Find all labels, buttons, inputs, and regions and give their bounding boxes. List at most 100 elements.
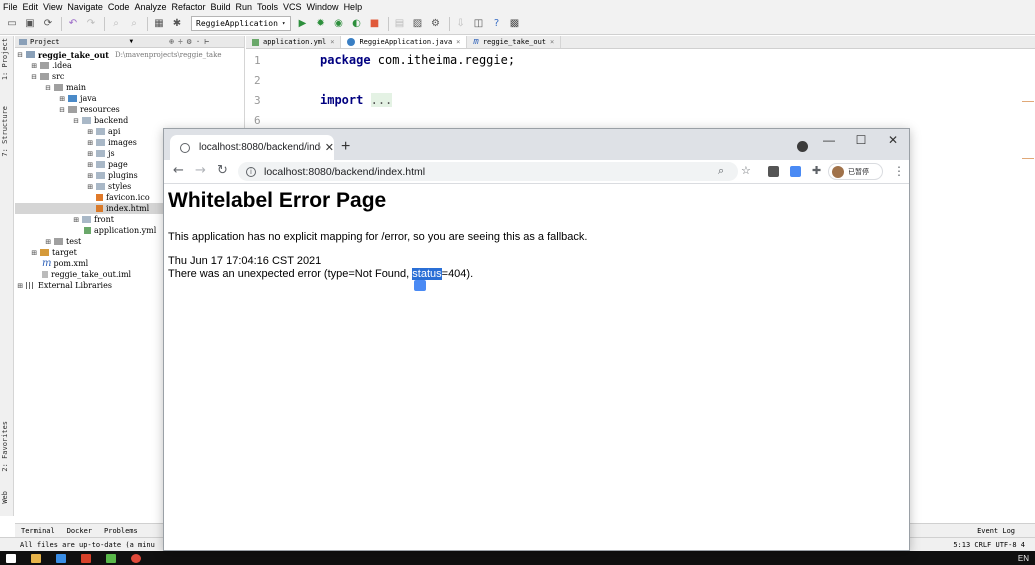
menu-file[interactable]: File [3, 2, 18, 12]
code-line-package[interactable]: package com.itheima.reggie; [320, 53, 515, 67]
close-icon[interactable]: × [330, 38, 334, 46]
tree-item-target[interactable]: ⊞ target [31, 247, 77, 258]
web-tool-tab[interactable]: Web [1, 491, 9, 504]
collapse-icon[interactable]: ⊟ [17, 51, 26, 59]
panel-tools-icon[interactable]: ⊕÷⚙·⊢ [169, 37, 213, 46]
project-structure-icon[interactable]: ▨ [410, 16, 426, 32]
tab-reggie-application[interactable]: ReggieApplication.java × [341, 36, 468, 48]
close-tab-icon[interactable]: ✕ [325, 141, 334, 154]
expand-icon[interactable]: ⊞ [31, 62, 40, 70]
status-position[interactable]: 5:13 CRLF UTF-8 4 [953, 541, 1025, 549]
expand-icon[interactable]: ⊞ [73, 216, 82, 224]
structure-tool-tab[interactable]: 7: Structure [1, 106, 9, 157]
zoom-icon[interactable]: ⌕ [718, 164, 724, 178]
tool-tab-docker[interactable]: Docker [67, 527, 92, 535]
reload-icon[interactable]: ↻ [217, 163, 228, 178]
menu-vcs[interactable]: VCS [283, 2, 302, 12]
windows-start-icon[interactable] [6, 553, 16, 563]
error-stripe-mark[interactable] [1022, 158, 1034, 159]
minimize-button[interactable]: — [813, 129, 845, 151]
tree-item-js[interactable]: ⊞ js [87, 148, 115, 159]
record-icon[interactable] [797, 141, 808, 152]
close-window-button[interactable]: ✕ [877, 129, 909, 151]
tree-item-api[interactable]: ⊞ api [87, 126, 120, 137]
run-configuration-select[interactable]: ReggieApplication ▾ [191, 16, 291, 31]
forward-icon[interactable]: → [195, 163, 206, 178]
code-line-import[interactable]: import ... [320, 93, 393, 107]
debug-icon[interactable]: ✹ [313, 16, 329, 32]
tree-item-backend[interactable]: ⊟ backend [73, 115, 128, 126]
hammer-icon[interactable]: ✱ [169, 16, 185, 32]
more-menu-icon[interactable]: ⋮ [893, 164, 905, 178]
chrome-icon[interactable] [131, 553, 141, 563]
save-icon[interactable]: ▣ [22, 16, 38, 32]
expand-icon[interactable]: ⊞ [87, 161, 96, 169]
error-stripe-mark[interactable] [1022, 101, 1034, 102]
expand-icon[interactable]: ⊞ [87, 128, 96, 136]
tree-item-styles[interactable]: ⊞ styles [87, 181, 131, 192]
menu-navigate[interactable]: Navigate [67, 2, 103, 12]
expand-icon[interactable]: ⊞ [17, 282, 26, 290]
expand-icon[interactable]: ⊞ [31, 249, 40, 257]
menu-edit[interactable]: Edit [23, 2, 39, 12]
menu-analyze[interactable]: Analyze [134, 2, 166, 12]
editor-icon[interactable] [106, 553, 116, 563]
expand-icon[interactable]: ⊞ [87, 183, 96, 191]
tab-application-yml[interactable]: application.yml × [246, 36, 342, 48]
tree-item-front[interactable]: ⊞ front [73, 214, 114, 225]
tree-item-resources[interactable]: ⊟ resources [59, 104, 120, 115]
tree-item-main[interactable]: ⊟ main [45, 82, 86, 93]
tree-item-page[interactable]: ⊞ page [87, 159, 128, 170]
run-icon[interactable]: ▶ [295, 16, 311, 32]
tray-language[interactable]: EN [1018, 554, 1029, 563]
expand-icon[interactable]: ⊞ [87, 139, 96, 147]
project-panel-title[interactable]: Project [30, 38, 60, 46]
tree-item-external-libraries[interactable]: ⊞ External Libraries [17, 280, 112, 291]
redo-icon[interactable]: ↷ [83, 16, 99, 32]
sdk-icon[interactable]: ⇩ [453, 16, 469, 32]
tree-item-idea[interactable]: ⊞ .idea [31, 60, 72, 71]
find-icon[interactable]: ⌕ [108, 16, 124, 32]
settings-icon[interactable]: ⚙ [428, 16, 444, 32]
expand-icon[interactable]: ⊞ [87, 172, 96, 180]
collapse-icon[interactable]: ⊟ [73, 117, 82, 125]
menu-build[interactable]: Build [210, 2, 230, 12]
tree-item-root[interactable]: ⊟ reggie_take_out D:\mavenprojects\reggi… [17, 49, 221, 60]
collapse-icon[interactable]: ⊟ [31, 73, 40, 81]
tree-item-application-yml[interactable]: application.yml [84, 225, 156, 236]
undo-icon[interactable]: ↶ [65, 16, 81, 32]
address-bar[interactable]: i localhost:8080/backend/index.html [238, 162, 738, 181]
translate-selection-icon[interactable] [414, 280, 426, 291]
selected-text[interactable]: status [412, 268, 442, 280]
chevron-down-icon[interactable]: ▼ [130, 38, 134, 45]
tree-item-favicon[interactable]: favicon.ico [96, 192, 150, 203]
folded-code[interactable]: ... [370, 93, 393, 107]
new-tab-button[interactable]: + [341, 138, 350, 156]
tool-tab-problems[interactable]: Problems [104, 527, 138, 535]
vcs-icon[interactable]: ▤ [392, 16, 408, 32]
stop-icon[interactable]: ■ [367, 16, 383, 32]
menu-tools[interactable]: Tools [257, 2, 278, 12]
event-log-tab[interactable]: Event Log [977, 527, 1015, 535]
menu-help[interactable]: Help [344, 2, 363, 12]
menu-refactor[interactable]: Refactor [171, 2, 205, 12]
sync-icon[interactable]: ⟳ [40, 16, 56, 32]
menu-view[interactable]: View [43, 2, 62, 12]
maximize-button[interactable]: ☐ [845, 129, 877, 151]
profile-run-icon[interactable]: ◐ [349, 16, 365, 32]
app-icon[interactable] [81, 553, 91, 563]
tree-item-pom[interactable]: m pom.xml [42, 258, 88, 269]
extension-icon[interactable] [768, 166, 779, 177]
translate-icon[interactable] [790, 166, 801, 177]
close-icon[interactable]: × [456, 38, 460, 46]
tool-tab-terminal[interactable]: Terminal [21, 527, 55, 535]
tree-item-java[interactable]: ⊞ java [59, 93, 97, 104]
project-tool-tab[interactable]: 1: Project [1, 38, 9, 80]
help-icon[interactable]: ? [489, 16, 505, 32]
menu-code[interactable]: Code [108, 2, 130, 12]
close-icon[interactable]: × [550, 38, 554, 46]
favorites-tool-tab[interactable]: 2: Favorites [1, 421, 9, 472]
expand-icon[interactable]: ⊞ [45, 238, 54, 246]
replace-icon[interactable]: ⌕ [126, 16, 142, 32]
browser-tab[interactable]: localhost:8080/backend/index ✕ [170, 135, 334, 160]
